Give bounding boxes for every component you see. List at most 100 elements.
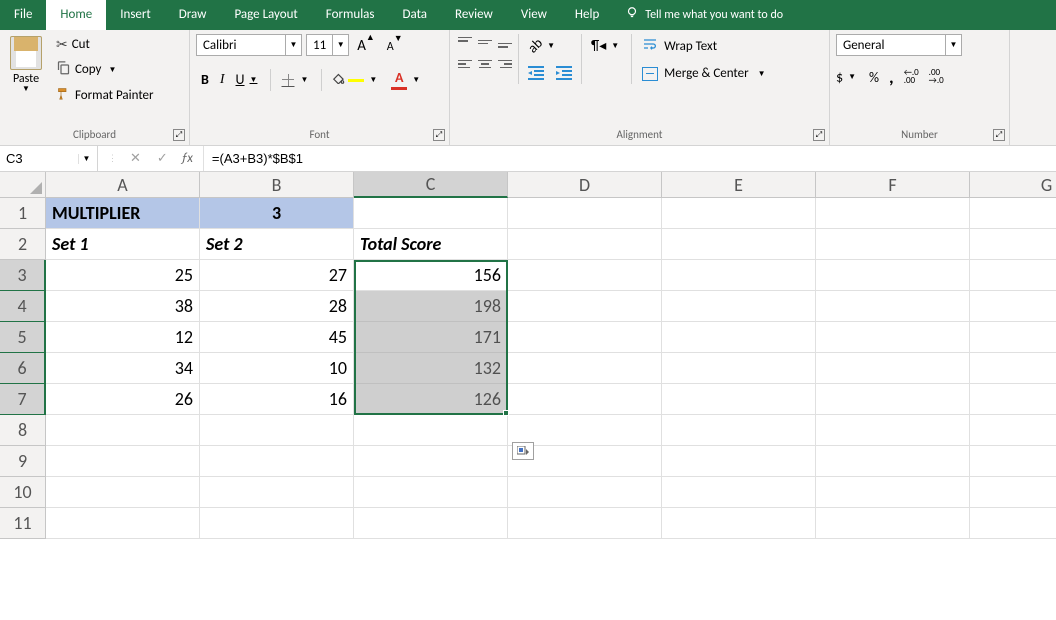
underline-button[interactable]: U▼ <box>231 68 266 91</box>
cell-a1[interactable]: MULTIPLIER <box>46 198 200 229</box>
percent-format-button[interactable]: % <box>869 69 879 86</box>
cell-f1[interactable] <box>816 198 970 229</box>
row-header-4[interactable]: 4 <box>0 291 46 322</box>
cell-d5[interactable] <box>508 322 662 353</box>
tab-review[interactable]: Review <box>441 0 507 30</box>
cell-f5[interactable] <box>816 322 970 353</box>
cell-a11[interactable] <box>46 508 200 539</box>
cell-d2[interactable] <box>508 229 662 260</box>
borders-button[interactable]: ▼ <box>276 70 316 90</box>
cell-e6[interactable] <box>662 353 816 384</box>
cell-a9[interactable] <box>46 446 200 477</box>
row-header-2[interactable]: 2 <box>0 229 46 260</box>
cell-c11[interactable] <box>354 508 508 539</box>
cell-b8[interactable] <box>200 415 354 446</box>
cell-e2[interactable] <box>662 229 816 260</box>
decrease-indent-button[interactable] <box>523 63 549 83</box>
enter-formula-button[interactable]: ✓ <box>154 151 171 166</box>
cell-b7[interactable]: 16 <box>200 384 354 415</box>
cell-c1[interactable] <box>354 198 508 229</box>
row-header-7[interactable]: 7 <box>0 384 46 415</box>
number-format-dropdown[interactable]: ▼ <box>945 35 961 55</box>
increase-decimal-button[interactable]: ←.0.00 <box>904 69 919 85</box>
cell-c7[interactable]: 126 <box>354 384 508 415</box>
cell-b3[interactable]: 27 <box>200 260 354 291</box>
increase-indent-button[interactable] <box>551 63 577 83</box>
tell-me[interactable]: Tell me what you want to do <box>625 6 783 24</box>
select-all-corner[interactable] <box>0 172 46 198</box>
column-header-g[interactable]: G <box>970 172 1056 198</box>
cell-d7[interactable] <box>508 384 662 415</box>
align-middle-button[interactable] <box>476 34 494 50</box>
cell-d11[interactable] <box>508 508 662 539</box>
cell-d3[interactable] <box>508 260 662 291</box>
font-name-combo[interactable]: Calibri ▼ <box>196 34 302 56</box>
row-header-10[interactable]: 10 <box>0 477 46 508</box>
cell-g1[interactable] <box>970 198 1056 229</box>
column-header-a[interactable]: A <box>46 172 200 198</box>
tab-view[interactable]: View <box>507 0 561 30</box>
cell-g5[interactable] <box>970 322 1056 353</box>
cell-b10[interactable] <box>200 477 354 508</box>
cell-c2[interactable]: Total Score <box>354 229 508 260</box>
cell-f7[interactable] <box>816 384 970 415</box>
tab-file[interactable]: File <box>0 0 46 30</box>
fill-color-button[interactable]: ▼ <box>327 68 385 91</box>
cell-g3[interactable] <box>970 260 1056 291</box>
cell-g7[interactable] <box>970 384 1056 415</box>
font-color-button[interactable]: A▼ <box>386 66 428 93</box>
italic-button[interactable]: I <box>215 69 230 91</box>
tab-draw[interactable]: Draw <box>165 0 221 30</box>
cell-f3[interactable] <box>816 260 970 291</box>
name-box-input[interactable] <box>0 151 78 166</box>
tab-insert[interactable]: Insert <box>106 0 165 30</box>
decrease-decimal-button[interactable]: .00→.0 <box>929 69 944 85</box>
cell-g10[interactable] <box>970 477 1056 508</box>
row-header-3[interactable]: 3 <box>0 260 46 291</box>
alignment-launcher[interactable]: ⤢ <box>813 129 825 141</box>
bold-button[interactable]: B <box>196 68 214 91</box>
cell-a7[interactable]: 26 <box>46 384 200 415</box>
cell-a4[interactable]: 38 <box>46 291 200 322</box>
merge-center-button[interactable]: Merge & Center ▼ <box>636 64 774 83</box>
align-left-button[interactable] <box>456 56 474 72</box>
cell-e11[interactable] <box>662 508 816 539</box>
font-size-combo[interactable]: 11 ▼ <box>306 34 349 56</box>
tab-help[interactable]: Help <box>561 0 613 30</box>
clipboard-launcher[interactable]: ⤢ <box>173 129 185 141</box>
tab-home[interactable]: Home <box>46 0 106 30</box>
number-format-combo[interactable]: General ▼ <box>836 34 962 56</box>
font-launcher[interactable]: ⤢ <box>433 129 445 141</box>
cell-a5[interactable]: 12 <box>46 322 200 353</box>
name-box-dropdown[interactable]: ▼ <box>78 154 94 164</box>
align-center-button[interactable] <box>476 56 494 72</box>
tab-formulas[interactable]: Formulas <box>312 0 389 30</box>
cell-c4[interactable]: 198 <box>354 291 508 322</box>
rtl-button[interactable]: ¶◂▼ <box>586 34 627 57</box>
cell-b4[interactable]: 28 <box>200 291 354 322</box>
cell-e8[interactable] <box>662 415 816 446</box>
row-header-9[interactable]: 9 <box>0 446 46 477</box>
cell-b9[interactable] <box>200 446 354 477</box>
tab-page-layout[interactable]: Page Layout <box>220 0 311 30</box>
cell-e3[interactable] <box>662 260 816 291</box>
align-right-button[interactable] <box>496 56 514 72</box>
comma-format-button[interactable]: , <box>889 66 894 88</box>
merge-dropdown[interactable]: ▼ <box>755 69 769 79</box>
cell-c10[interactable] <box>354 477 508 508</box>
cell-d6[interactable] <box>508 353 662 384</box>
column-header-c[interactable]: C <box>354 172 508 198</box>
cancel-formula-button[interactable]: ✕ <box>127 151 144 166</box>
cell-a2[interactable]: Set 1 <box>46 229 200 260</box>
cell-f6[interactable] <box>816 353 970 384</box>
autofill-options-button[interactable] <box>512 442 534 460</box>
cell-b11[interactable] <box>200 508 354 539</box>
cell-f4[interactable] <box>816 291 970 322</box>
cell-f8[interactable] <box>816 415 970 446</box>
cell-a3[interactable]: 25 <box>46 260 200 291</box>
align-top-button[interactable] <box>456 34 474 50</box>
column-header-f[interactable]: F <box>816 172 970 198</box>
paste-button[interactable]: Paste ▼ <box>6 34 46 96</box>
cell-a6[interactable]: 34 <box>46 353 200 384</box>
cell-f11[interactable] <box>816 508 970 539</box>
